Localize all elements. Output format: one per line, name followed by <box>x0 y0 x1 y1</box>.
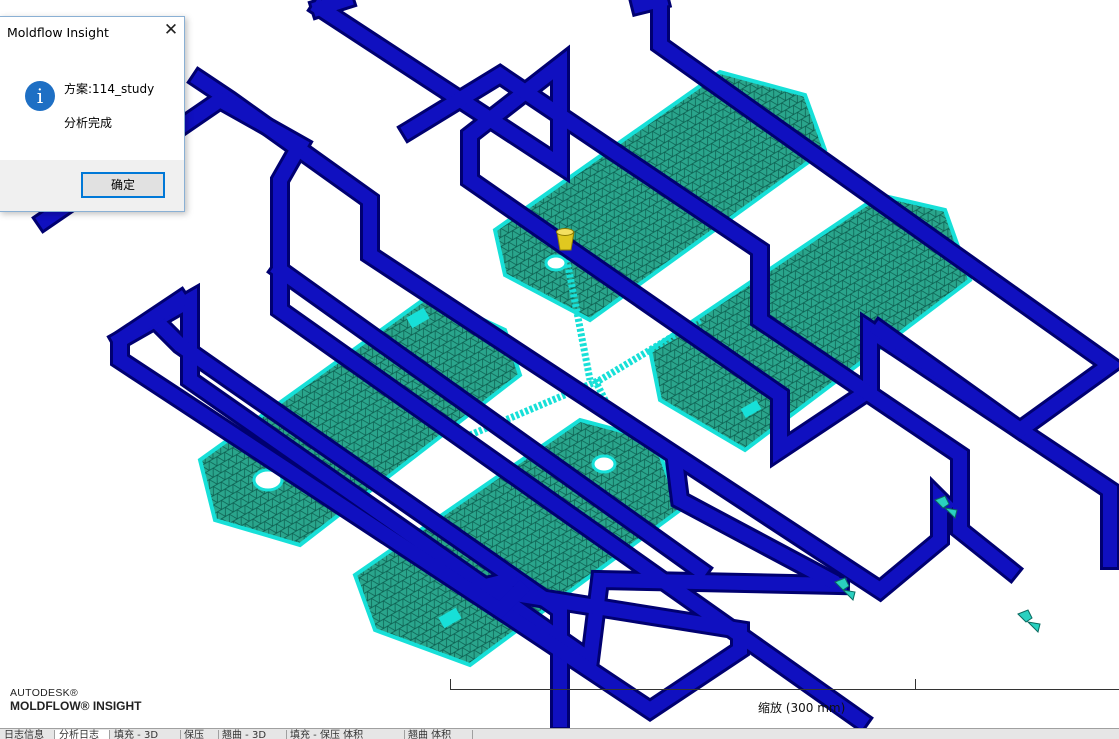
dialog-message-status: 分析完成 <box>64 116 113 130</box>
injection-location-icon <box>556 228 575 251</box>
dialog-title: Moldflow Insight <box>7 25 109 40</box>
dialog-footer: 确定 <box>0 160 184 211</box>
scale-label: 缩放 (300 mm) <box>758 701 846 715</box>
tab-fill-3d[interactable]: 填充 - 3D <box>110 730 181 739</box>
close-icon[interactable]: ✕ <box>162 21 180 39</box>
message-dialog: Moldflow Insight ✕ i 方案:114_study 分析完成 确… <box>0 16 185 212</box>
scale-bar-tick <box>915 679 916 690</box>
autodesk-logo: AUTODESK® <box>10 687 79 699</box>
tab-log[interactable]: 日志信息 <box>0 730 55 739</box>
log-tab-strip: 日志信息 分析日志 填充 - 3D 保压 翘曲 - 3D 填充 - 保压 体积 … <box>0 728 1119 739</box>
tab-fill-pack-volume[interactable]: 填充 - 保压 体积 <box>286 730 405 739</box>
dialog-message-study: 方案:114_study <box>64 82 155 96</box>
scale-bar-tick <box>450 679 451 690</box>
cooling-channels <box>31 0 1119 728</box>
moldflow-insight-logo: MOLDFLOW® INSIGHT <box>10 699 142 713</box>
tab-warp-3d[interactable]: 翘曲 - 3D <box>218 730 287 739</box>
plate-hole <box>591 454 617 474</box>
tab-pack[interactable]: 保压 <box>180 730 219 739</box>
ok-button[interactable]: 确定 <box>81 172 165 198</box>
scale-bar <box>450 689 1119 690</box>
info-icon: i <box>25 81 55 111</box>
tab-analysis-log[interactable]: 分析日志 <box>55 730 110 739</box>
plate-hole <box>544 254 568 272</box>
tab-warp-volume[interactable]: 翘曲 体积 <box>404 730 473 739</box>
